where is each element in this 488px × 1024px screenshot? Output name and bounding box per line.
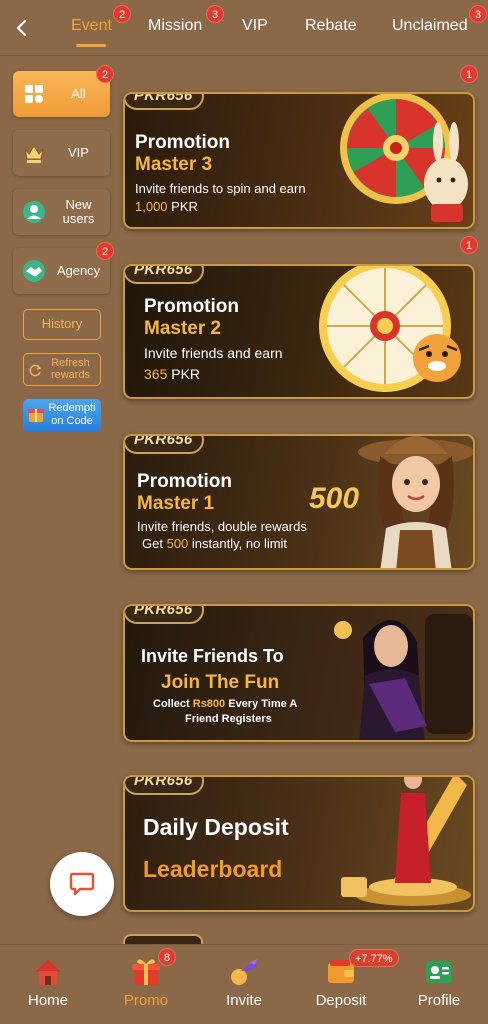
brand-pill: PKR656 (125, 266, 204, 284)
nav-label: Invite (226, 992, 262, 1009)
customer-service-button[interactable] (50, 852, 114, 916)
banner-amount-unit: PKR (171, 199, 198, 214)
banner-title-line2: Master 2 (144, 318, 222, 339)
nav-label: Profile (417, 992, 461, 1009)
history-button[interactable]: History (23, 309, 101, 340)
grand-prize-wheel-icon (319, 266, 461, 392)
redemption-code-label: Redempti on Code (48, 402, 96, 427)
banner-amount: Rs800 (192, 698, 226, 710)
sidebar-item-new-users[interactable]: New users (13, 189, 110, 235)
top-tab-bar: Event 2 Mission 3 VIP Rebate Unclaimed 3 (0, 0, 488, 56)
invite-icon (231, 959, 257, 985)
home-icon (35, 960, 61, 985)
tab-event[interactable]: Event (71, 17, 112, 35)
promo-banner-partial (123, 934, 203, 944)
sidebar-item-label: New users (62, 197, 95, 226)
promo-banner-master-2[interactable]: PKR656 Promotion Master 2 Invite friends… (123, 264, 475, 399)
banner-amount: 365 (144, 366, 168, 382)
sidebar-item-agency[interactable]: Agency (13, 248, 110, 294)
chat-icon (69, 872, 95, 896)
new-user-icon (23, 201, 45, 223)
banner-title-line1: Promotion (137, 471, 232, 492)
tab-unclaimed[interactable]: Unclaimed (392, 17, 468, 35)
refresh-rewards-button[interactable]: Refresh rewards (23, 353, 101, 386)
banner-desc: Invite friends and earn (144, 345, 283, 361)
tab-mission-badge: 3 (206, 5, 225, 23)
promo-banner-invite-friends[interactable]: PKR656 Invite Friends To Join The Fun Co… (123, 604, 475, 742)
nav-profile[interactable]: Profile (404, 955, 474, 1009)
banner-title-line2: Join The Fun (161, 672, 280, 693)
promo-banner-master-1[interactable]: 500 PKR656 Promotion Master 1 Invite fri… (123, 434, 475, 570)
banner-desc: Friend Registers (185, 713, 272, 725)
sidebar-agency-badge: 2 (96, 242, 115, 260)
queen-character-icon (334, 614, 473, 740)
back-arrow-icon (16, 19, 27, 37)
brand-pill: PKR656 (125, 94, 204, 110)
banner-title-line1: Daily Deposit (143, 814, 289, 840)
banner-amount-unit: PKR (171, 366, 201, 382)
banner-amount-prefix: Collect (153, 698, 190, 710)
sidebar-item-label: VIP (68, 145, 89, 160)
handshake-icon (23, 260, 45, 282)
refresh-rewards-label: Refresh rewards (50, 357, 91, 381)
banner-title-line2: Leaderboard (143, 856, 283, 882)
banner-amount-line: Collect Rs800 Every Time A (153, 698, 297, 710)
banner-amount-line: Get 500 instantly, no limit (142, 536, 287, 551)
crown-icon (24, 145, 44, 163)
grid-icon (25, 85, 43, 103)
redemption-code-button[interactable]: Redempti on Code (23, 399, 101, 432)
cowgirl-character-icon (358, 436, 473, 568)
tab-mission[interactable]: Mission (148, 17, 202, 35)
sidebar-item-label: All (71, 86, 86, 101)
banner-amount-suffix: instantly, no limit (191, 536, 288, 551)
nav-promo-badge: 8 (158, 948, 177, 966)
gift-box-icon (28, 409, 44, 422)
bottom-navigation: Home Promo 8 Invite Deposit +7.77% Profi… (0, 944, 488, 1024)
banner-amount-line: 365 PKR (144, 366, 200, 382)
banner-amount: 500 (166, 536, 189, 551)
banner-amount-prefix: Get (142, 536, 163, 551)
sidebar-item-label: Agency (56, 263, 101, 278)
tab-rebate[interactable]: Rebate (305, 17, 357, 35)
brand-pill: PKR656 (125, 606, 204, 624)
banner-title-line1: Promotion (135, 132, 230, 153)
nav-label: Deposit (315, 992, 367, 1009)
brand-pill: PKR656 (125, 436, 204, 454)
nav-label: Promo (123, 992, 169, 1009)
brand-pill: PKR656 (125, 777, 204, 795)
banner-title-line2: Master 1 (137, 493, 215, 514)
banner-1-badge: 1 (460, 65, 479, 83)
sidebar-all-badge: 2 (96, 65, 115, 83)
nav-deposit-badge: +7.77% (349, 949, 399, 967)
refresh-icon (29, 364, 42, 377)
nav-home[interactable]: Home (13, 955, 83, 1009)
profile-card-icon (426, 961, 452, 983)
tab-vip[interactable]: VIP (242, 17, 268, 35)
promo-banner-daily-deposit[interactable]: PKR656 Daily Deposit Leaderboard (123, 775, 475, 912)
banner-amount-suffix: Every Time A (228, 698, 298, 710)
nav-invite[interactable]: Invite (209, 955, 279, 1009)
banner-amount-line: 1,000 PKR (135, 199, 198, 214)
promo-banner-master-3[interactable]: PKR656 Promotion Master 3 Invite friends… (123, 92, 475, 229)
banner-title-line2: Master 3 (135, 154, 213, 175)
back-button[interactable] (8, 14, 36, 42)
banner-amount: 1,000 (135, 199, 168, 214)
sidebar-item-all[interactable]: All (13, 71, 110, 117)
banner-desc: Invite friends to spin and earn (135, 181, 306, 196)
banner-title-line1: Promotion (144, 296, 239, 317)
banner-desc: Invite friends, double rewards (137, 519, 307, 534)
nav-label: Home (27, 992, 68, 1009)
banner-title-line1: Invite Friends To (141, 646, 284, 666)
sidebar-item-vip[interactable]: VIP (13, 130, 110, 176)
tab-unclaimed-badge: 3 (469, 5, 488, 23)
tab-event-badge: 2 (113, 5, 132, 23)
prize-wheel-icon (340, 94, 468, 222)
banner-2-badge: 1 (460, 236, 479, 254)
active-tab-indicator (76, 44, 106, 47)
trophy-podium-icon (341, 777, 471, 906)
